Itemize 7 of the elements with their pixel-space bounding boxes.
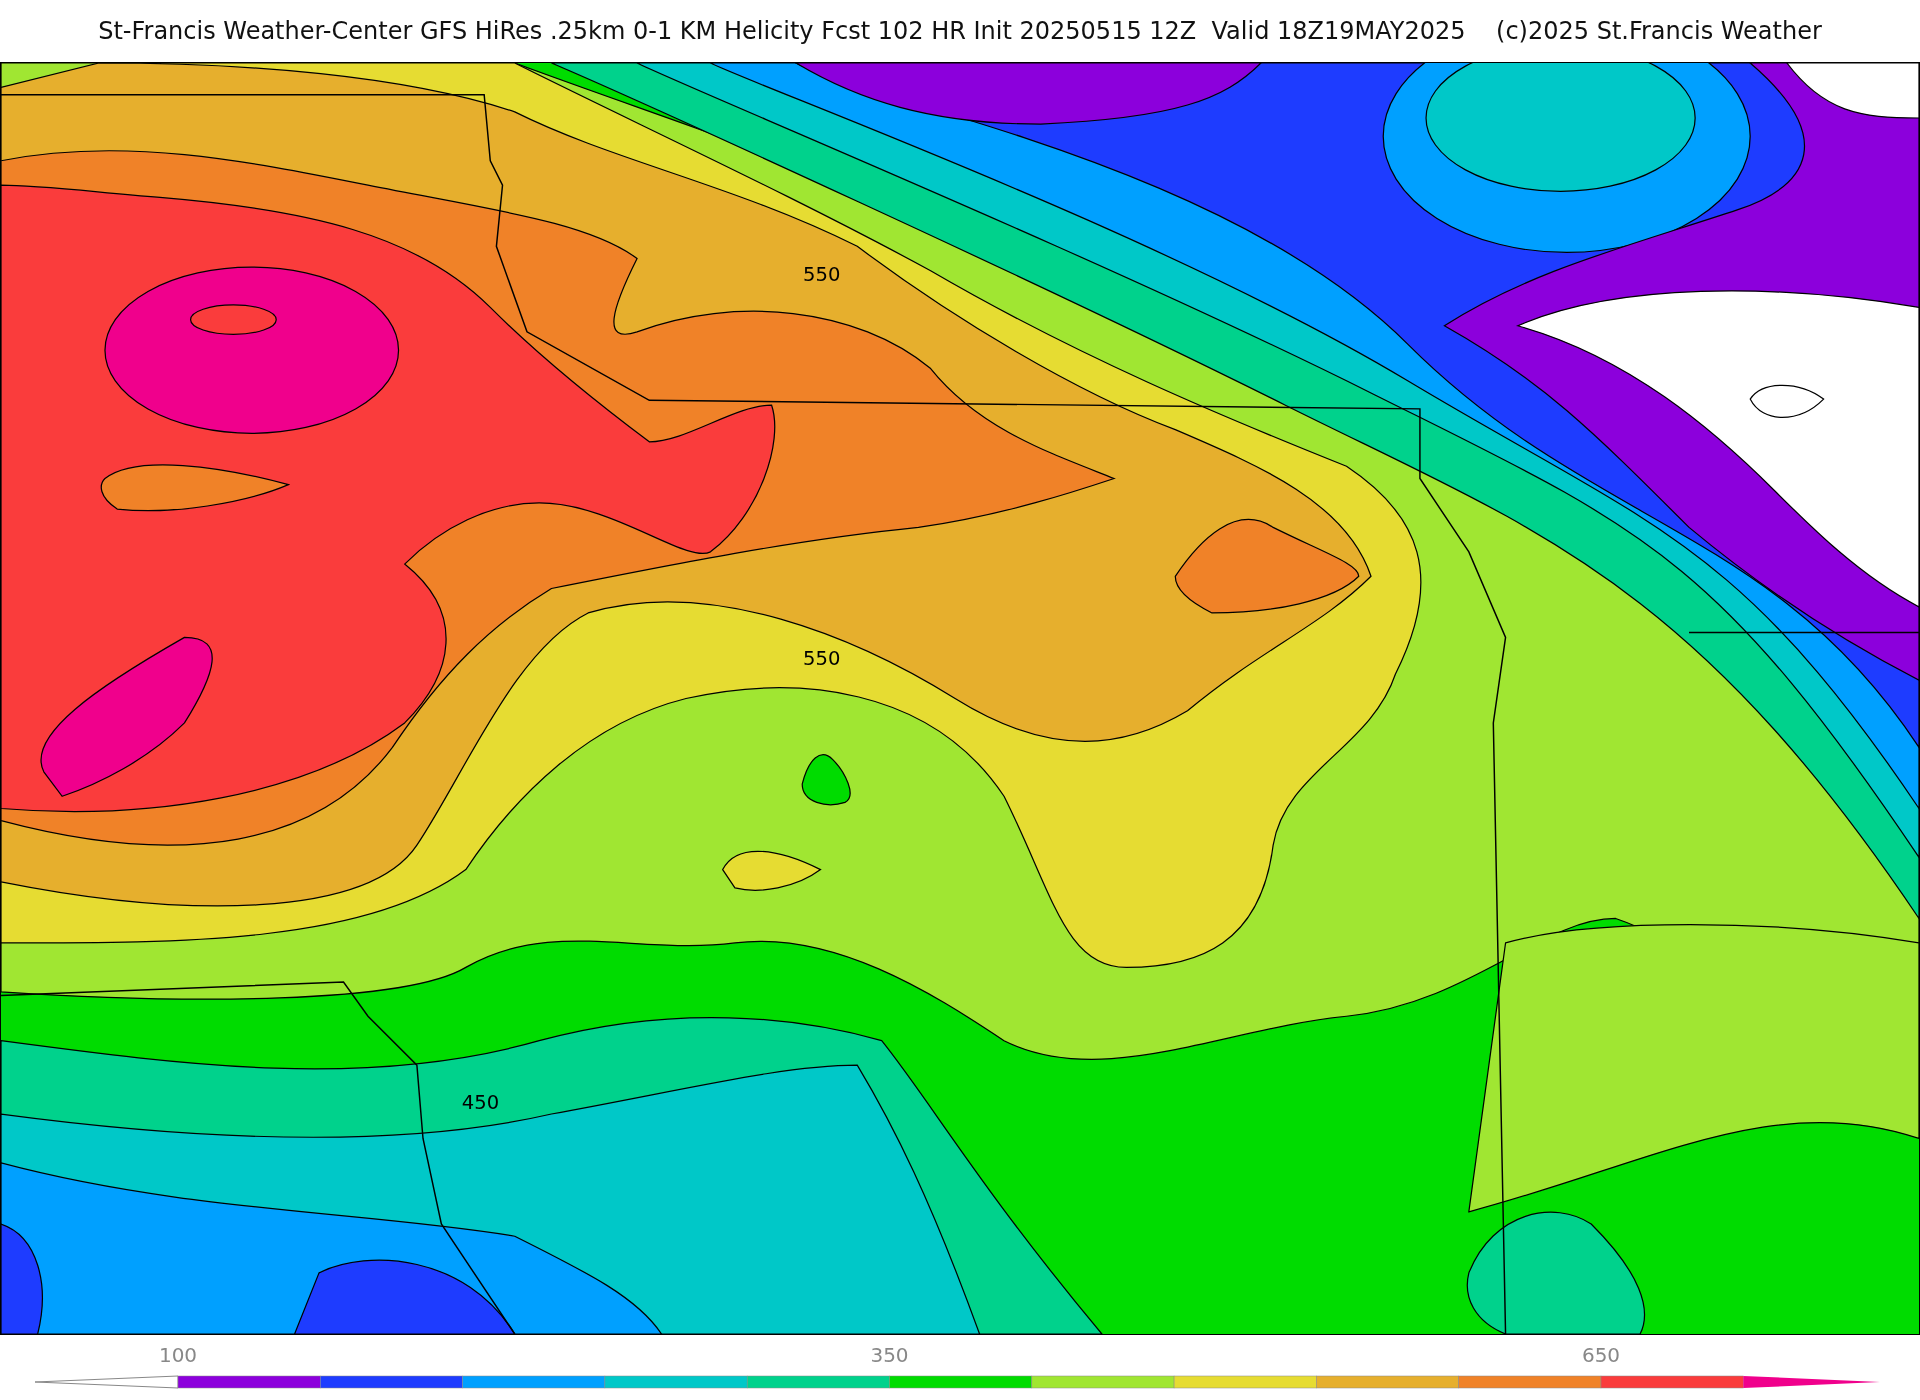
contour-label: 550 [803,262,841,286]
map-title: St-Francis Weather-Center GFS HiRes .25km 0-1 KM Helicity Fcst 102 HR Init 20250515 12Z Valid 18Z19MAY2025 (c)2025 St.Francis Weather [98,17,1822,45]
colorbar-tick-label: 100 [158,1343,198,1367]
colorbar-tick-label: 650 [1581,1343,1621,1367]
contour-label: 550 [803,647,841,671]
contour-label: 450 [461,1091,500,1115]
colorbar-tick-label: 350 [870,1343,909,1367]
